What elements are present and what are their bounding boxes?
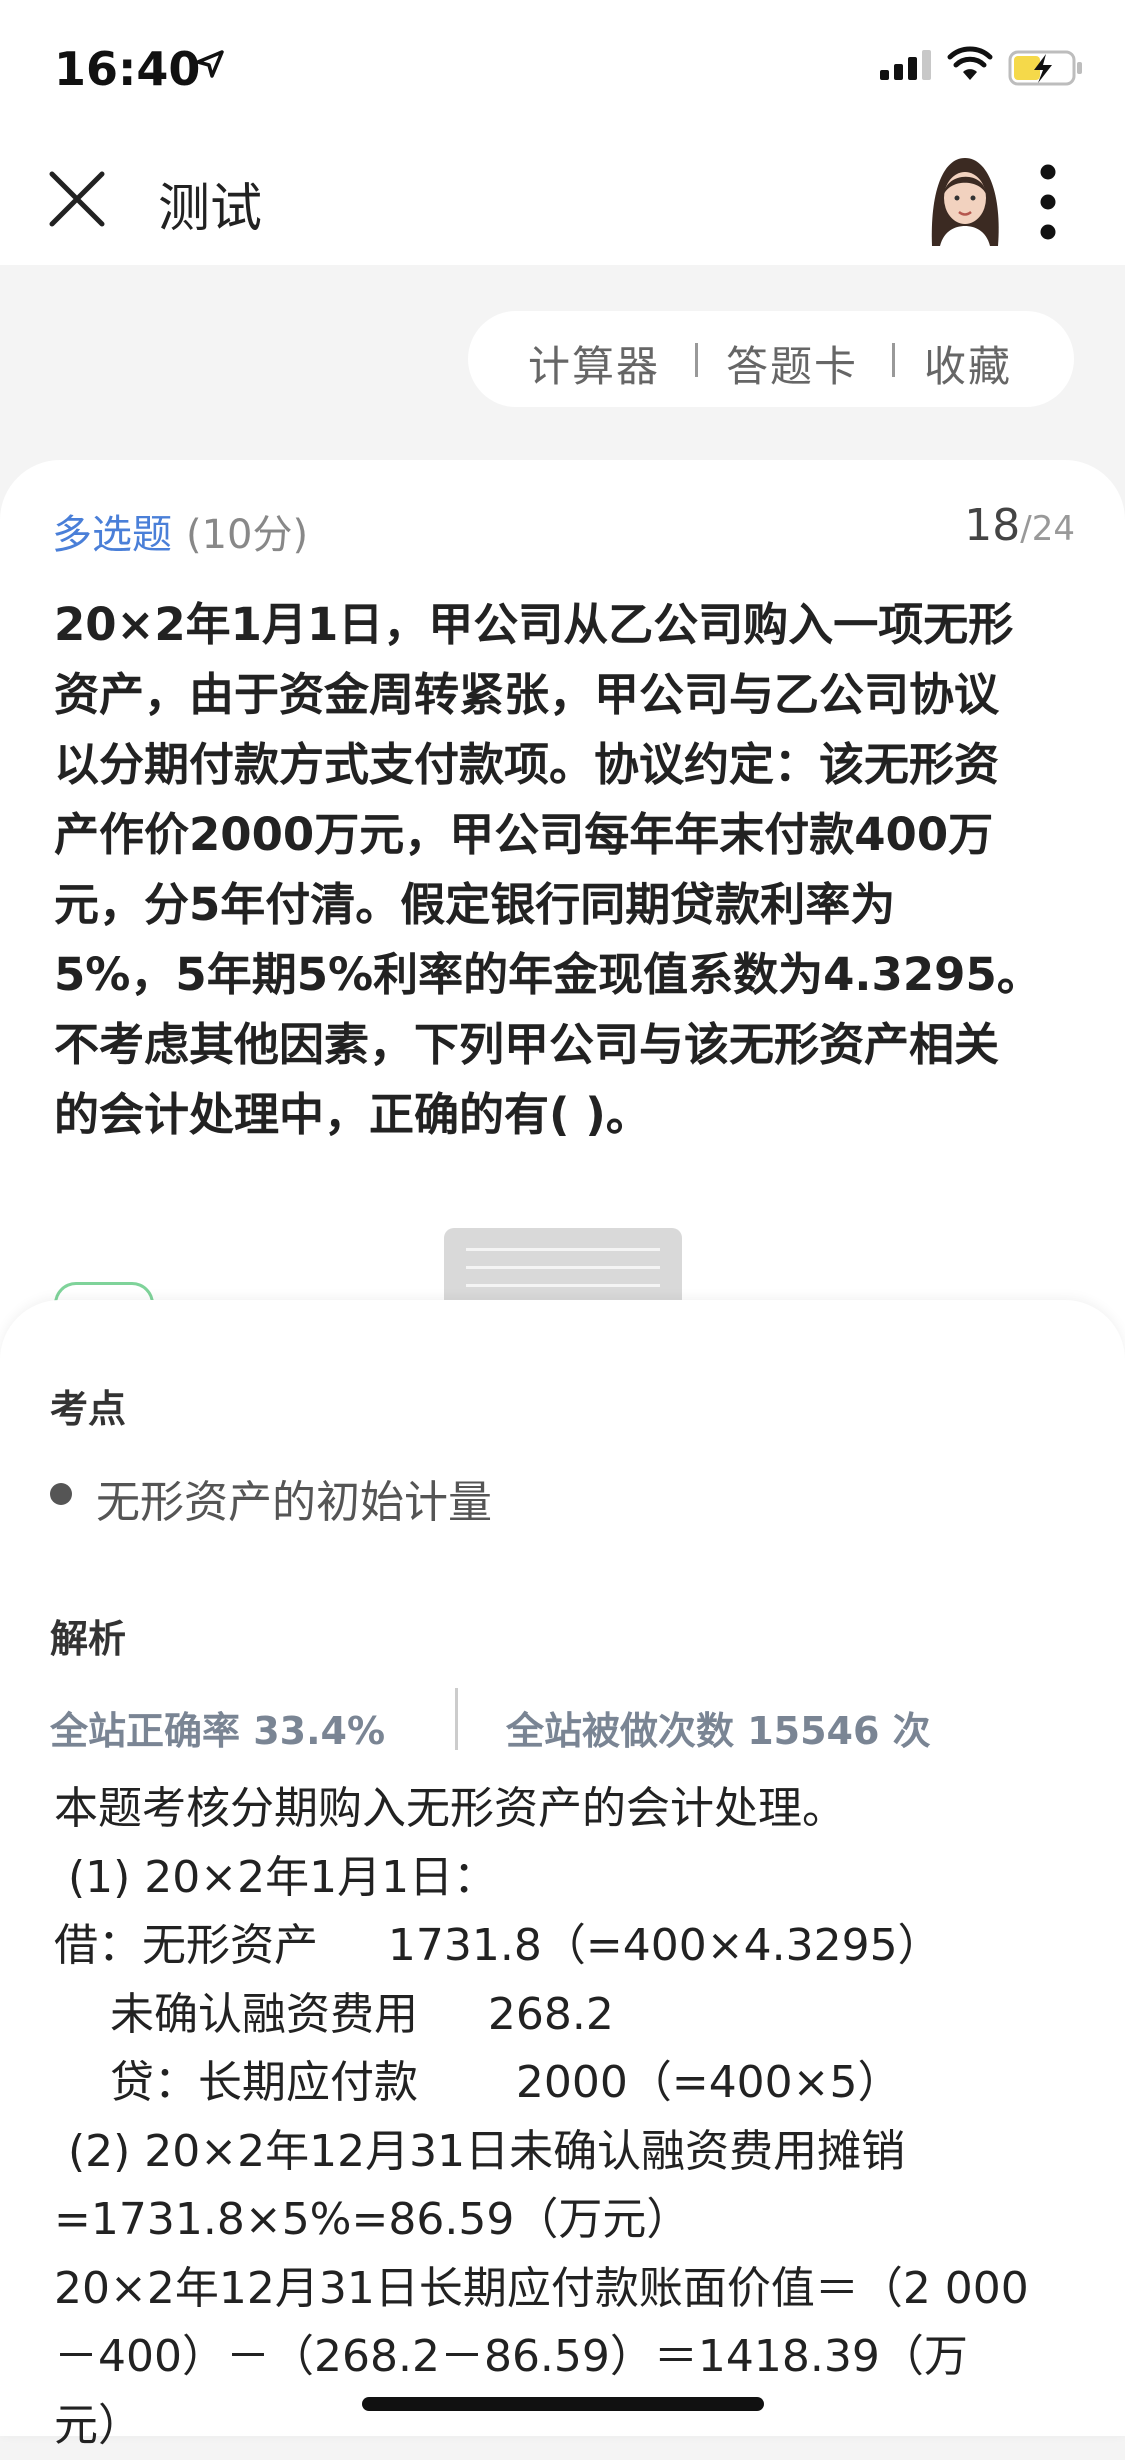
question-line: 资产，由于资金周转紧张，甲公司与乙公司协议 xyxy=(54,660,1074,730)
tool-divider xyxy=(892,343,895,377)
knowledge-topic: 无形资产的初始计量 xyxy=(96,1466,492,1530)
stat-divider xyxy=(455,1688,458,1750)
question-line: 的会计处理中，正确的有( )。 xyxy=(54,1080,1074,1150)
question-total: /24 xyxy=(1020,509,1075,549)
analysis-line: 未确认融资费用 268.2 xyxy=(54,1981,1084,2050)
favorite-button[interactable]: 收藏 xyxy=(924,333,1012,394)
bullet-dot xyxy=(50,1483,72,1505)
sheet-drag-handle[interactable] xyxy=(444,1228,682,1308)
status-bar: 16:40 xyxy=(0,0,1125,140)
question-line: 产作价2000万元，甲公司每年年末付款400万 xyxy=(54,800,1074,870)
tool-divider xyxy=(695,343,698,377)
cellular-signal-icon xyxy=(880,50,932,80)
question-progress: 18/24 xyxy=(964,500,1075,551)
battery-charging-icon xyxy=(1008,50,1084,86)
answer-card-button[interactable]: 答题卡 xyxy=(726,333,858,394)
analysis-line: (1) 20×2年1月1日： xyxy=(54,1844,1084,1913)
question-line: 元，分5年付清。假定银行同期贷款利率为 xyxy=(54,870,1074,940)
accuracy-stat: 全站正确率 33.4% xyxy=(50,1700,385,1755)
analysis-sheet: 考点 无形资产的初始计量 解析 全站正确率 33.4% 全站被做次数 15546… xyxy=(0,1300,1125,2436)
attempts-stat: 全站被做次数 15546 次 xyxy=(506,1700,931,1755)
analysis-line: 本题考核分期购入无形资产的会计处理。 xyxy=(54,1775,1084,1844)
question-score: (10分) xyxy=(186,502,308,560)
analysis-line: －400）－（268.2－86.59）＝1418.39（万 xyxy=(54,2323,1084,2392)
page-title: 测试 xyxy=(158,166,262,241)
question-card: 多选题 (10分) 18/24 20×2年1月1日，甲公司从乙公司购入一项无形 … xyxy=(0,460,1125,1360)
knowledge-title: 考点 xyxy=(50,1378,126,1433)
question-text: 20×2年1月1日，甲公司从乙公司购入一项无形 资产，由于资金周转紧张，甲公司与… xyxy=(54,590,1074,1150)
wifi-icon xyxy=(947,46,993,82)
more-options-button[interactable] xyxy=(1030,160,1066,244)
handle-line xyxy=(466,1266,660,1269)
analysis-line: (2) 20×2年12月31日未确认融资费用摊销 xyxy=(54,2118,1084,2187)
question-type: 多选题 xyxy=(52,502,172,560)
analysis-title: 解析 xyxy=(50,1608,126,1663)
analysis-line: =1731.8×5%=86.59（万元） xyxy=(54,2186,1084,2255)
location-arrow-icon xyxy=(196,50,224,78)
question-line: 20×2年1月1日，甲公司从乙公司购入一项无形 xyxy=(54,590,1074,660)
home-indicator[interactable] xyxy=(362,2397,764,2411)
status-time: 16:40 xyxy=(54,42,200,96)
analysis-text: 本题考核分期购入无形资产的会计处理。 (1) 20×2年1月1日： 借：无形资产… xyxy=(54,1775,1084,2460)
close-button[interactable] xyxy=(44,166,110,232)
handle-line xyxy=(466,1248,660,1251)
question-line: 以分期付款方式支付款项。协议约定：该无形资 xyxy=(54,730,1074,800)
question-index: 18 xyxy=(964,500,1020,551)
calculator-button[interactable]: 计算器 xyxy=(528,333,660,394)
tools-bar: 计算器 答题卡 收藏 xyxy=(468,311,1074,407)
handle-line xyxy=(466,1284,660,1287)
avatar[interactable] xyxy=(922,154,1008,246)
question-line: 不考虑其他因素，下列甲公司与该无形资产相关 xyxy=(54,1010,1074,1080)
analysis-line: 借：无形资产 1731.8（=400×4.3295） xyxy=(54,1912,1084,1981)
question-line: 5%，5年期5%利率的年金现值系数为4.3295。 xyxy=(54,940,1074,1010)
analysis-line: 20×2年12月31日长期应付款账面价值＝（2 000 xyxy=(54,2255,1084,2324)
nav-bar: 测试 xyxy=(0,140,1125,265)
analysis-line: 贷：长期应付款 2000（=400×5） xyxy=(54,2049,1084,2118)
